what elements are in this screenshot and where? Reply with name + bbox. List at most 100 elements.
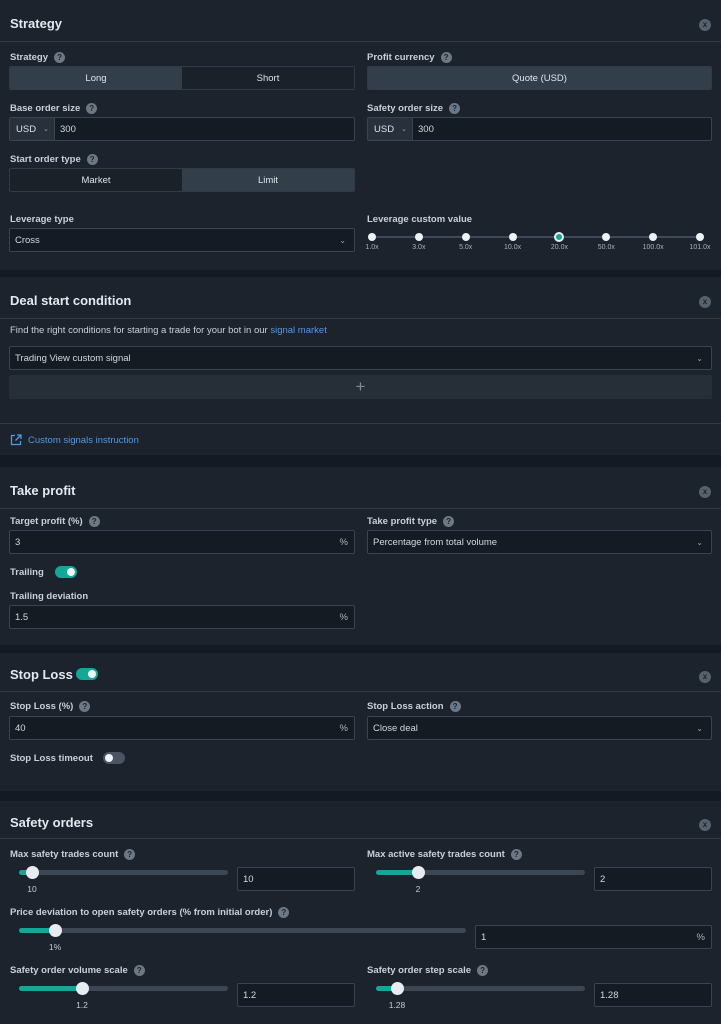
slider-thumb[interactable]: [412, 866, 425, 879]
leverage-step-101.0x[interactable]: [696, 233, 704, 241]
max-safety-trades-slider[interactable]: [19, 866, 228, 879]
help-icon[interactable]: ?: [440, 52, 452, 63]
help-icon[interactable]: ?: [86, 154, 98, 165]
trailing-toggle[interactable]: [55, 566, 77, 578]
safety-order-size-input[interactable]: 300: [413, 124, 711, 135]
help-icon[interactable]: ?: [133, 965, 145, 976]
deal-start-section: Deal start condition x Find the right co…: [0, 277, 721, 455]
max-active-safety-field[interactable]: 2: [594, 867, 712, 891]
leverage-step-5.0x[interactable]: [461, 233, 470, 241]
max-active-safety-input[interactable]: 2: [595, 874, 711, 885]
help-icon[interactable]: ?: [278, 907, 290, 918]
deal-start-title: Deal start condition: [10, 293, 132, 308]
profit-currency-quote-button[interactable]: Quote (USD): [368, 67, 711, 89]
help-icon[interactable]: ?: [79, 701, 91, 712]
signal-select[interactable]: Trading View custom signal ⌄: [9, 346, 712, 370]
collapse-icon[interactable]: x: [699, 819, 711, 831]
base-currency-select[interactable]: USD ⌄: [10, 118, 55, 140]
collapse-icon[interactable]: x: [699, 19, 711, 31]
collapse-icon[interactable]: x: [699, 671, 711, 683]
help-icon[interactable]: ?: [443, 516, 455, 527]
max-safety-trades-slider-value: 10: [27, 884, 37, 894]
leverage-step-20.0x[interactable]: [554, 232, 565, 242]
base-order-input[interactable]: 300: [55, 124, 354, 135]
custom-signals-link[interactable]: Custom signals instruction: [28, 435, 139, 446]
collapse-icon[interactable]: x: [699, 486, 711, 498]
safety-order-size-field: USD ⌄ 300: [367, 117, 712, 141]
volume-scale-input[interactable]: 1.2: [238, 990, 354, 1001]
stop-loss-section: Stop Loss x Stop Loss (%)? 40% Stop Loss…: [0, 653, 721, 791]
collapse-icon[interactable]: x: [699, 296, 711, 308]
leverage-step-3.0x[interactable]: [414, 233, 423, 241]
strategy-long-button[interactable]: Long: [10, 67, 182, 89]
slider-thumb[interactable]: [391, 982, 404, 995]
leverage-tick-label: 3.0x: [412, 244, 426, 251]
leverage-step-1.0x[interactable]: [368, 233, 376, 241]
volume-scale-field[interactable]: 1.2: [237, 983, 355, 1007]
toggle-knob: [88, 670, 96, 678]
safety-currency-select[interactable]: USD ⌄: [368, 118, 413, 140]
help-icon[interactable]: ?: [124, 849, 136, 860]
volume-scale-label: Safety order volume scale?: [10, 965, 145, 976]
stop-loss-timeout-toggle[interactable]: [103, 752, 125, 764]
percent-unit: %: [339, 722, 348, 734]
strategy-short-button[interactable]: Short: [182, 67, 354, 89]
leverage-step-10.0x[interactable]: [508, 233, 517, 241]
stop-loss-timeout-label: Stop Loss timeout: [10, 753, 93, 764]
start-order-limit-button[interactable]: Limit: [182, 169, 354, 191]
take-profit-title: Take profit: [10, 483, 76, 498]
leverage-step-50.0x[interactable]: [602, 233, 611, 241]
stop-loss-header: Stop Loss x: [0, 653, 721, 692]
add-condition-button[interactable]: +: [9, 375, 712, 399]
max-safety-trades-input[interactable]: 10: [238, 874, 354, 885]
step-scale-input[interactable]: 1.28: [595, 990, 711, 1001]
step-scale-field[interactable]: 1.28: [594, 983, 712, 1007]
step-scale-label: Safety order step scale?: [367, 965, 489, 976]
percent-unit: %: [339, 611, 348, 623]
slider-thumb[interactable]: [26, 866, 39, 879]
stop-loss-input[interactable]: 40: [10, 723, 340, 734]
step-scale-slider[interactable]: [376, 982, 585, 995]
stop-loss-toggle[interactable]: [76, 668, 98, 680]
target-profit-field[interactable]: 3%: [9, 530, 355, 554]
help-icon[interactable]: ?: [54, 52, 66, 63]
signal-market-link[interactable]: signal market: [270, 325, 327, 336]
leverage-step-100.0x[interactable]: [649, 233, 658, 241]
max-safety-trades-field[interactable]: 10: [237, 867, 355, 891]
price-deviation-field[interactable]: 1%: [475, 925, 712, 949]
help-icon[interactable]: ?: [88, 516, 100, 527]
stop-loss-value-label: Stop Loss (%)?: [10, 701, 91, 712]
slider-thumb[interactable]: [76, 982, 89, 995]
volume-scale-slider[interactable]: [19, 982, 228, 995]
trailing-label: Trailing: [10, 567, 44, 578]
percent-unit: %: [339, 536, 348, 548]
safety-order-size-label: Safety order size?: [367, 103, 461, 114]
help-icon[interactable]: ?: [449, 103, 461, 114]
custom-signals-instruction[interactable]: Custom signals instruction: [10, 434, 139, 446]
start-order-type-label: Start order type?: [10, 154, 98, 165]
safety-orders-header: Safety orders x: [0, 801, 721, 839]
max-active-safety-slider[interactable]: [376, 866, 585, 879]
slider-thumb[interactable]: [49, 924, 62, 937]
chevron-down-icon: ⌄: [339, 235, 346, 245]
start-order-market-button[interactable]: Market: [10, 169, 182, 191]
target-profit-input[interactable]: 3: [10, 537, 340, 548]
help-icon[interactable]: ?: [449, 701, 461, 712]
toggle-knob: [105, 754, 113, 762]
help-icon[interactable]: ?: [510, 849, 522, 860]
price-deviation-input[interactable]: 1: [476, 932, 697, 943]
help-icon[interactable]: ?: [86, 103, 98, 114]
price-deviation-slider[interactable]: [19, 924, 466, 937]
help-icon[interactable]: ?: [477, 965, 489, 976]
take-profit-type-select[interactable]: Percentage from total volume ⌄: [367, 530, 712, 554]
strategy-segment: Long Short: [9, 66, 355, 90]
target-profit-label: Target profit (%)?: [10, 516, 100, 527]
trailing-deviation-input[interactable]: 1.5: [10, 612, 340, 623]
stop-loss-action-select[interactable]: Close deal ⌄: [367, 716, 712, 740]
max-active-safety-slider-value: 2: [415, 884, 421, 894]
trailing-deviation-field[interactable]: 1.5%: [9, 605, 355, 629]
stop-loss-field[interactable]: 40%: [9, 716, 355, 740]
profit-currency-segment: Quote (USD): [367, 66, 712, 90]
leverage-type-select[interactable]: Cross ⌄: [9, 228, 355, 252]
base-order-field: USD ⌄ 300: [9, 117, 355, 141]
